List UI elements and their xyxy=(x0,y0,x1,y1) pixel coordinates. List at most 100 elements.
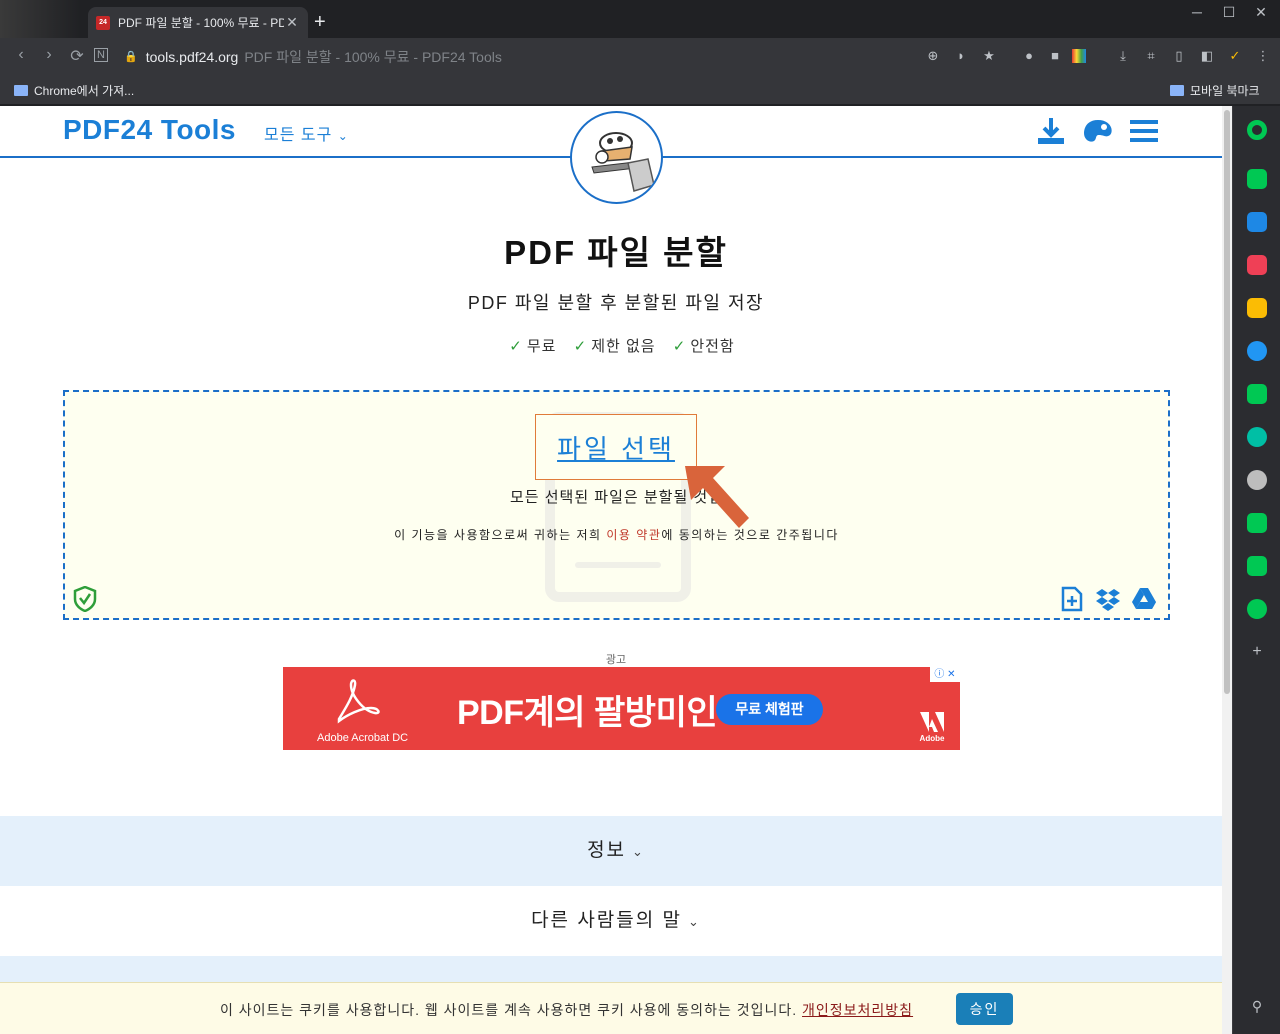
dropzone-hint: 모든 선택된 파일은 분할될 것입 xyxy=(509,489,724,506)
ad-choices-icon[interactable]: ⓘ ✕ xyxy=(930,667,960,682)
file-dropzone[interactable]: 파일 선택 모든 선택된 파일은 분할될 것입 이 기능을 사용함으로써 귀하는… xyxy=(63,390,1170,620)
feature-unlimited: 제한 없음 xyxy=(591,338,656,355)
side-panel: + ⚲ xyxy=(1232,106,1280,1034)
chevron-down-icon: ⌄ xyxy=(688,914,701,929)
browser-toolbar: ‹ › ⟳ N 🔒 tools.pdf24.org PDF 파일 분할 - 10… xyxy=(0,38,1280,75)
ad-banner[interactable]: PDF계의 팔방미인 무료 체험판 Adobe Acrobat DC Adobe… xyxy=(283,667,960,750)
reload-icon[interactable]: ⟳ xyxy=(66,46,88,66)
notion-icon[interactable]: N xyxy=(94,48,108,62)
menu-icon[interactable]: ⋮ xyxy=(1254,47,1272,65)
pin-icon[interactable]: ⚲ xyxy=(1247,996,1267,1016)
feature-secure: 안전함 xyxy=(690,338,735,355)
feature-list: ✓ 무료 ✓ 제한 없음 ✓ 안전함 xyxy=(0,335,1232,356)
back-icon[interactable]: ‹ xyxy=(10,46,32,64)
google-drive-icon[interactable] xyxy=(1131,586,1157,612)
bookmark-folder-mobile[interactable]: 모바일 북마크 xyxy=(1170,82,1260,99)
ad-product-name: Adobe Acrobat DC xyxy=(317,732,409,744)
share-extension-icon[interactable]: ● xyxy=(1020,47,1038,65)
document-watermark-line xyxy=(575,562,661,568)
bookmark-app-icon[interactable] xyxy=(1247,599,1267,619)
forward-icon[interactable]: › xyxy=(38,46,60,64)
page-title: PDF 파일 분할 xyxy=(504,234,728,271)
terms-notice: 이 기능을 사용함으로써 귀하는 저희 이용 약관에 동의하는 것으로 간주됩니… xyxy=(65,526,1168,543)
favorites-star-icon[interactable] xyxy=(1247,298,1267,318)
pocket-icon[interactable]: ◗ xyxy=(952,47,970,65)
close-window-icon[interactable]: ✕ xyxy=(1246,4,1276,21)
shield-check-icon xyxy=(73,586,97,612)
green-app-icon[interactable] xyxy=(1247,384,1267,404)
all-tools-menu[interactable]: 모든 도구 ⌄ xyxy=(264,121,349,145)
camera-app-icon[interactable] xyxy=(1247,513,1267,533)
zoom-plus-icon[interactable]: ⊕ xyxy=(924,47,942,65)
page-scrollbar[interactable] xyxy=(1222,106,1232,1034)
scrollbar-thumb[interactable] xyxy=(1224,110,1230,694)
close-tab-icon[interactable]: ✕ xyxy=(284,14,300,31)
info-section-label: 정보 xyxy=(587,840,627,861)
screenshot-icon[interactable]: ⌗ xyxy=(1142,47,1160,65)
download-icon[interactable] xyxy=(1036,116,1066,146)
terms-link[interactable]: 이용 약관 xyxy=(606,528,661,542)
terms-prefix: 이 기능을 사용함으로써 귀하는 저희 xyxy=(394,528,607,542)
download-icon[interactable]: ⤓ xyxy=(1114,47,1132,65)
site-header: PDF24 Tools 모든 도구 ⌄ xyxy=(0,106,1232,204)
accept-cookies-button[interactable]: 승인 xyxy=(956,993,1013,1025)
add-app-icon[interactable]: + xyxy=(1247,642,1267,662)
bookmark-label: Chrome에서 가져... xyxy=(34,84,135,98)
address-bar[interactable]: 🔒 tools.pdf24.org PDF 파일 분할 - 100% 무료 - … xyxy=(124,44,1004,69)
hamburger-menu-icon[interactable] xyxy=(1130,116,1160,146)
page-subtitle: PDF 파일 분할 후 분할된 파일 저장 xyxy=(467,293,765,313)
browser-tab[interactable]: 24 PDF 파일 분할 - 100% 무료 - PDF ✕ xyxy=(88,7,308,38)
cookie-notice: 이 사이트는 쿠키를 사용합니다. 웹 사이트를 계속 사용하면 쿠키 사용에 … xyxy=(220,1000,913,1020)
page-content: PDF24 Tools 모든 도구 ⌄ PDF 파일 분할 PDF 파일 분할 … xyxy=(0,106,1232,1034)
ad-trial-button[interactable]: 무료 체험판 xyxy=(716,694,823,725)
extension-icon[interactable]: ■ xyxy=(1046,47,1064,65)
maximize-icon[interactable]: ☐ xyxy=(1214,4,1244,21)
palette-icon[interactable] xyxy=(1082,116,1112,146)
star-icon[interactable]: ★ xyxy=(980,47,998,65)
bird-icon xyxy=(0,0,80,38)
select-file-label: 파일 선택 xyxy=(557,433,675,464)
reviews-section-label: 다른 사람들의 말 xyxy=(531,910,682,931)
tab-title: PDF 파일 분할 - 100% 무료 - PDF xyxy=(118,16,284,30)
info-section[interactable]: 정보 ⌄ xyxy=(0,816,1232,886)
folder-icon xyxy=(14,85,28,96)
reviews-section[interactable]: 다른 사람들의 말 ⌄ xyxy=(0,886,1232,956)
whale-app-icon[interactable] xyxy=(1247,120,1267,140)
edge-browser-icon[interactable] xyxy=(1247,341,1267,361)
cookie-text: 이 사이트는 쿠키를 사용합니다. 웹 사이트를 계속 사용하면 쿠키 사용에 … xyxy=(220,1002,803,1018)
check-icon: ✓ xyxy=(509,338,523,355)
add-file-icon[interactable] xyxy=(1059,586,1085,612)
colorpicker-icon[interactable] xyxy=(1072,49,1086,63)
bookmarks-bar: Chrome에서 가져... 모바일 북마크 xyxy=(0,75,1280,105)
all-tools-label: 모든 도구 xyxy=(264,127,333,144)
browser-titlebar: 24 PDF 파일 분할 - 100% 무료 - PDF ✕ + ─ ☐ ✕ xyxy=(0,0,1280,38)
chevron-down-icon: ⌄ xyxy=(632,844,645,859)
notification-icon[interactable] xyxy=(1247,169,1267,189)
pointer-arrow-icon xyxy=(685,466,749,528)
pdf24-favicon-icon: 24 xyxy=(96,15,110,30)
avatar-app-icon[interactable] xyxy=(1247,470,1267,490)
acrobat-logo-icon xyxy=(337,679,380,724)
adobe-icon xyxy=(920,712,944,732)
check-extension-icon[interactable]: ✓ xyxy=(1226,47,1244,65)
new-tab-button[interactable]: + xyxy=(314,12,326,32)
calendar-app-icon[interactable] xyxy=(1247,212,1267,232)
privacy-policy-link[interactable]: 개인정보처리방침 xyxy=(802,1002,913,1018)
cookie-banner: 이 사이트는 쿠키를 사용합니다. 웹 사이트를 계속 사용하면 쿠키 사용에 … xyxy=(0,982,1232,1034)
reader-icon[interactable]: ▯ xyxy=(1170,47,1188,65)
mascot-logo xyxy=(570,111,663,204)
sidepanel-icon[interactable]: ◧ xyxy=(1198,47,1216,65)
play-icon[interactable] xyxy=(1247,427,1267,447)
ad-label: 광고 xyxy=(605,654,627,666)
folder-icon xyxy=(1170,85,1184,96)
adobe-logo: Adobe xyxy=(919,712,945,743)
minimize-icon[interactable]: ─ xyxy=(1182,4,1212,20)
dropbox-icon[interactable] xyxy=(1095,586,1121,612)
pocket-app-icon[interactable] xyxy=(1247,255,1267,275)
select-file-button[interactable]: 파일 선택 xyxy=(535,414,697,480)
adobe-label: Adobe xyxy=(919,734,945,743)
chat-app-icon[interactable] xyxy=(1247,556,1267,576)
bookmark-folder-imported[interactable]: Chrome에서 가져... xyxy=(14,82,134,99)
site-logo[interactable]: PDF24 Tools xyxy=(63,114,236,146)
ad-headline: PDF계의 팔방미인 xyxy=(457,694,718,732)
